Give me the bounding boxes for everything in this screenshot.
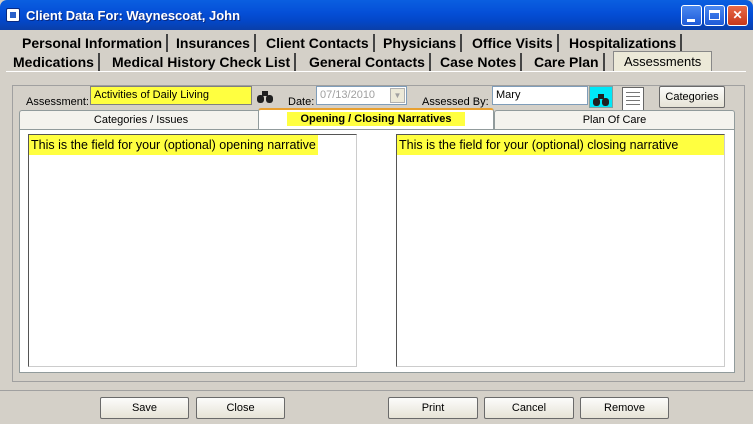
close-button[interactable]: Close — [196, 397, 285, 419]
app-icon[interactable] — [6, 8, 20, 22]
categories-button[interactable]: Categories — [659, 86, 725, 108]
binoculars-icon — [593, 94, 609, 106]
remove-button[interactable]: Remove — [580, 397, 669, 419]
subtab-plan-of-care[interactable]: Plan Of Care — [494, 110, 735, 129]
tab-medications[interactable]: Medications — [9, 53, 100, 71]
cancel-button[interactable]: Cancel — [484, 397, 574, 419]
date-dropdown-button[interactable]: ▼ — [390, 88, 405, 103]
tab-medical-history-check-list[interactable]: Medical History Check List — [108, 53, 297, 71]
tab-office-visits[interactable]: Office Visits — [468, 34, 559, 52]
subtab-active-label: Opening / Closing Narratives — [286, 112, 466, 126]
closing-narrative-textbox[interactable]: This is the field for your (optional) cl… — [396, 134, 725, 367]
binoculars-icon — [257, 91, 273, 103]
close-icon: ✕ — [732, 8, 743, 22]
tab-care-plan[interactable]: Care Plan — [530, 53, 605, 71]
tab-physicians[interactable]: Physicians — [379, 34, 463, 52]
minimize-button[interactable] — [681, 5, 702, 26]
tab-case-notes[interactable]: Case Notes — [436, 53, 523, 71]
tab-general-contacts[interactable]: General Contacts — [305, 53, 431, 71]
title-bar: Client Data For: Waynescoat, John ✕ — [0, 0, 753, 30]
date-label: Date: — [288, 96, 315, 108]
footer-divider — [0, 390, 753, 391]
tab-assessments[interactable]: Assessments — [613, 51, 713, 72]
assessment-field[interactable]: Activities of Daily Living — [90, 86, 252, 105]
tab-client-contacts[interactable]: Client Contacts — [262, 34, 375, 52]
subtab-categories-issues[interactable]: Categories / Issues — [19, 110, 263, 129]
tab-insurances[interactable]: Insurances — [172, 34, 256, 52]
assessed-by-search-button[interactable] — [589, 86, 613, 108]
closing-narrative-text: This is the field for your (optional) cl… — [397, 135, 724, 155]
assessed-by-label: Assessed By: — [422, 96, 489, 108]
assessed-by-field[interactable]: Mary — [492, 86, 588, 105]
save-button[interactable]: Save — [100, 397, 189, 419]
maximize-button[interactable] — [704, 5, 725, 26]
maximize-icon — [709, 10, 720, 20]
assessment-search-button[interactable] — [253, 84, 277, 106]
window-title: Client Data For: Waynescoat, John — [26, 8, 241, 23]
tab-row-divider — [6, 71, 746, 72]
close-window-button[interactable]: ✕ — [727, 5, 748, 26]
tab-hospitalizations[interactable]: Hospitalizations — [565, 34, 683, 52]
opening-narrative-text: This is the field for your (optional) op… — [29, 135, 318, 155]
minimize-icon — [687, 19, 695, 22]
document-icon[interactable] — [622, 87, 644, 111]
print-button[interactable]: Print — [388, 397, 478, 419]
assessment-label: Assessment: — [26, 96, 89, 108]
subtab-opening-closing-narratives[interactable]: Opening / Closing Narratives — [258, 108, 494, 131]
tab-personal-information[interactable]: Personal Information — [18, 34, 169, 52]
opening-narrative-textbox[interactable]: This is the field for your (optional) op… — [28, 134, 357, 367]
chevron-down-icon: ▼ — [393, 91, 402, 100]
